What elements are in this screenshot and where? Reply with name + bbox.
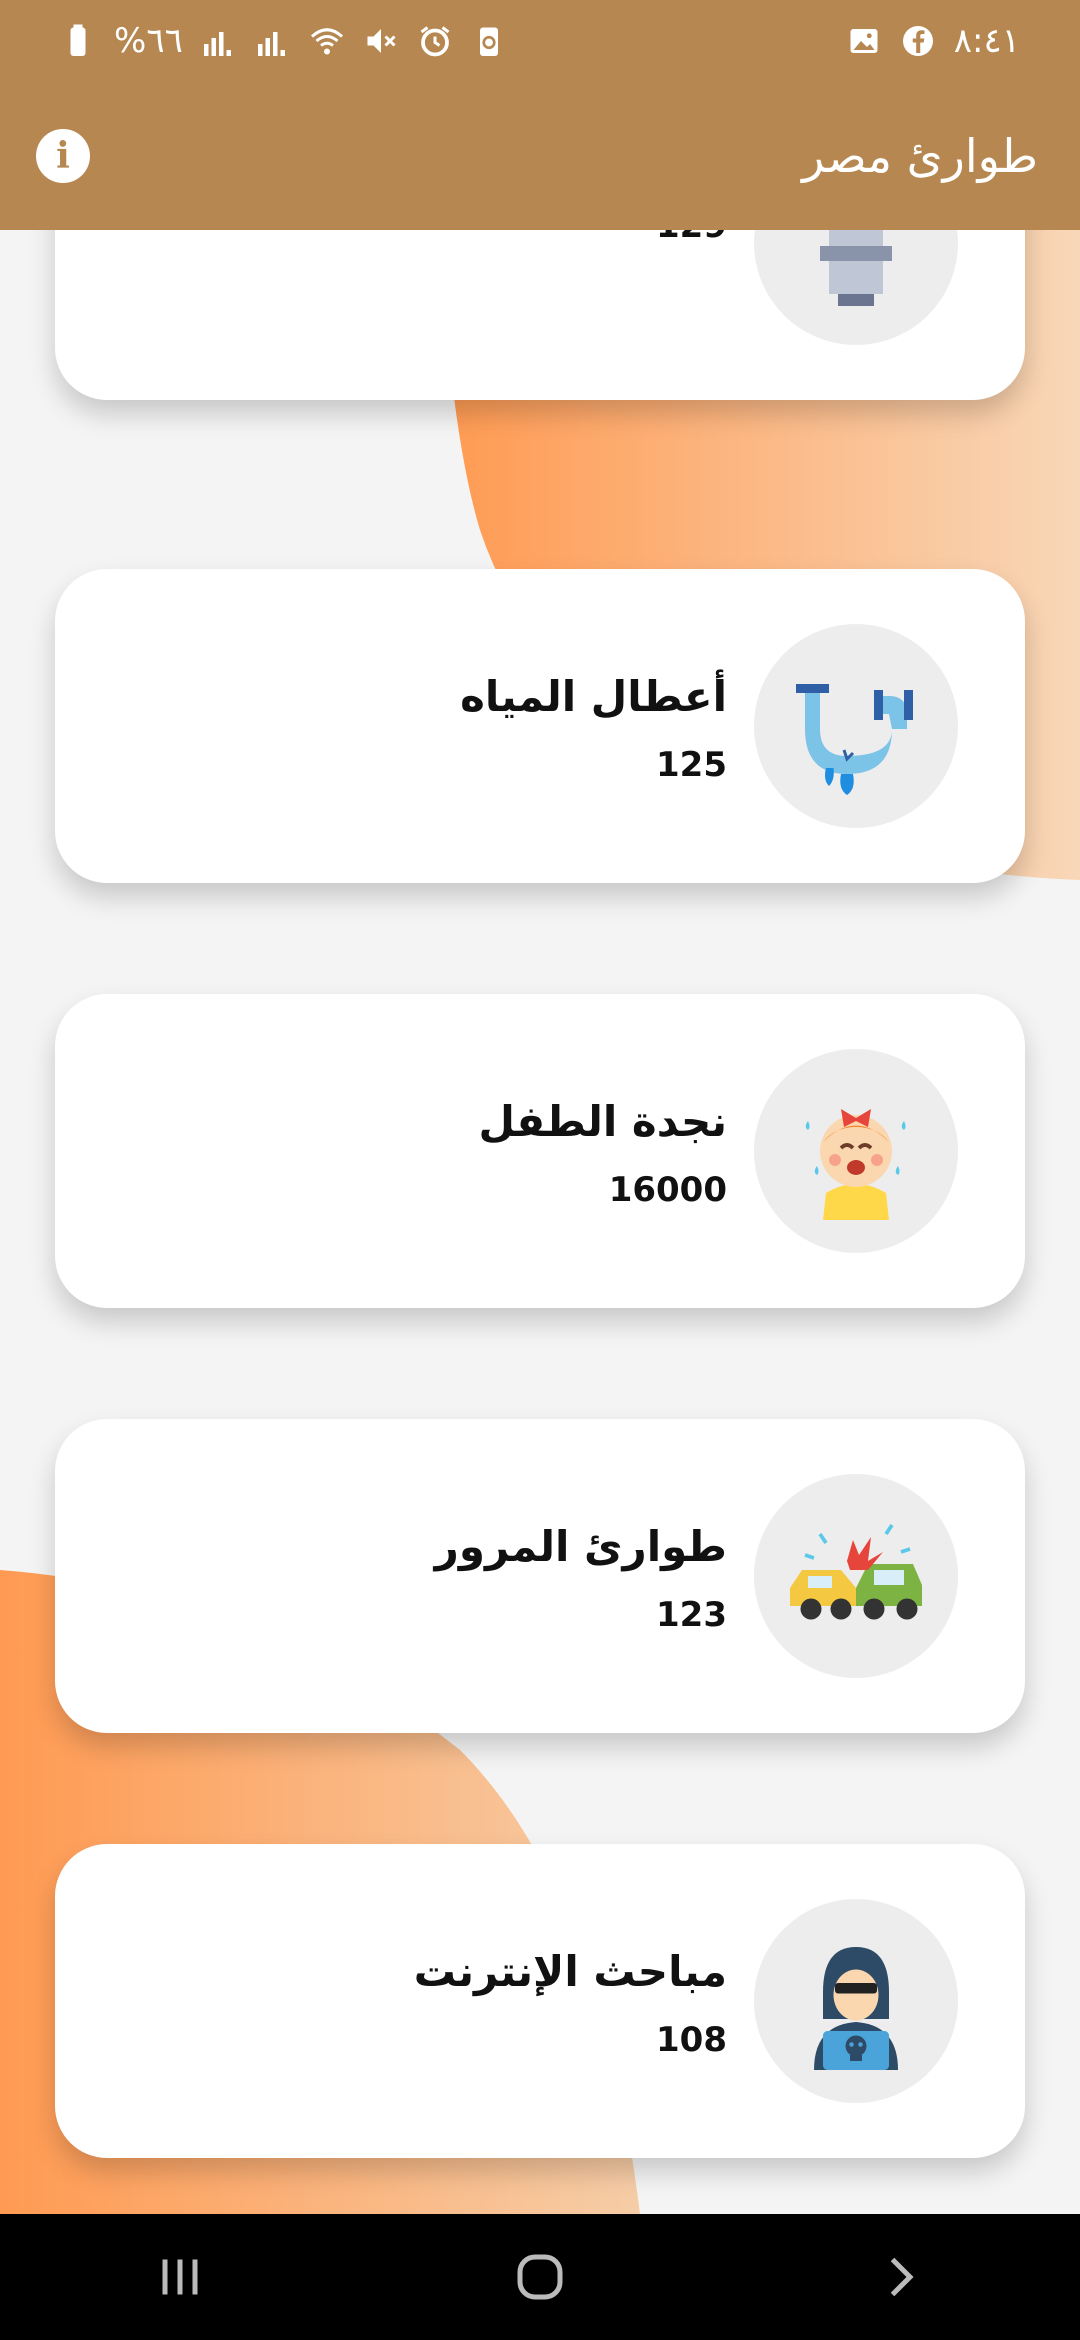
alarm-icon: [417, 23, 453, 59]
card-text: مباحث الإنترنت 108: [414, 1944, 727, 2062]
signal-icon: [255, 23, 291, 59]
emergency-list[interactable]: 129 أعطال المياه 125: [0, 230, 1080, 2214]
list-item[interactable]: طوارئ المرور 123: [55, 1419, 1025, 1733]
clock: ٨:٤١: [953, 21, 1020, 61]
list-item[interactable]: نجدة الطفل 16000: [55, 994, 1025, 1308]
list-item[interactable]: 129: [55, 230, 1025, 400]
mute-icon: [363, 23, 399, 59]
list-item[interactable]: أعطال المياه 125: [55, 569, 1025, 883]
app-title: طوارئ مصر: [802, 129, 1038, 183]
crying-baby-icon: [754, 1049, 958, 1253]
card-number: 108: [656, 2020, 727, 2060]
card-text: أعطال المياه 125: [460, 669, 727, 787]
wifi-icon: [309, 23, 345, 59]
battery-icon: [60, 23, 96, 59]
car-crash-icon: [754, 1474, 958, 1678]
card-title: مباحث الإنترنت: [413, 1947, 727, 1996]
card-text: طوارئ المرور 123: [435, 1519, 727, 1637]
status-left: %٦٦: [60, 21, 507, 61]
info-icon[interactable]: i: [36, 129, 90, 183]
fire-hydrant-icon: [754, 230, 958, 345]
recent-apps-icon[interactable]: [140, 2237, 220, 2317]
system-nav-bar: [0, 2214, 1080, 2340]
card-number: 125: [656, 745, 727, 785]
status-right: ٨:٤١: [846, 21, 1020, 61]
card-text: نجدة الطفل 16000: [478, 1094, 727, 1212]
image-icon: [846, 23, 882, 59]
card-text: 129: [656, 230, 727, 248]
battery-percentage: %٦٦: [114, 21, 183, 61]
status-bar: %٦٦ ٨:٤١: [0, 0, 1080, 82]
card-title: طوارئ المرور: [434, 1522, 727, 1571]
card-number: 129: [656, 230, 727, 248]
hacker-icon: [754, 1899, 958, 2103]
list-item[interactable]: مباحث الإنترنت 108: [55, 1844, 1025, 2158]
battery-saver-icon: [471, 23, 507, 59]
home-icon[interactable]: [500, 2237, 580, 2317]
facebook-icon: [900, 23, 936, 59]
card-number: 123: [656, 1595, 727, 1635]
card-number: 16000: [608, 1170, 727, 1210]
app-bar: i طوارئ مصر: [0, 82, 1080, 230]
water-pipe-icon: [754, 624, 958, 828]
card-title: أعطال المياه: [460, 672, 727, 721]
signal-icon: [201, 23, 237, 59]
card-title: نجدة الطفل: [478, 1097, 727, 1146]
back-icon[interactable]: [860, 2237, 940, 2317]
